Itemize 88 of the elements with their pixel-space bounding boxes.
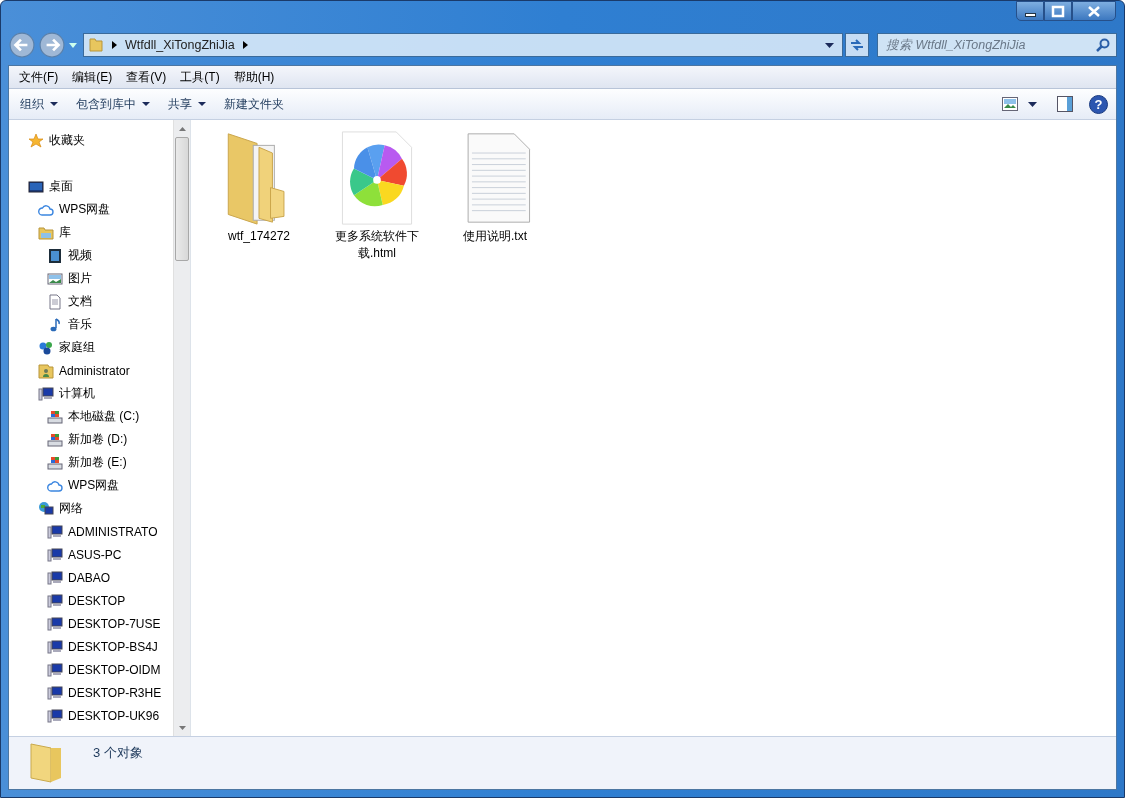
sidebar-item[interactable]: 收藏夹 (9, 129, 173, 152)
sidebar-item[interactable]: Administrator (9, 359, 173, 382)
menu-item[interactable]: 帮助(H) (226, 66, 282, 88)
close-icon (1086, 3, 1102, 19)
sidebar-item[interactable]: 桌面 (9, 175, 173, 198)
dropdown-icon[interactable] (825, 42, 834, 48)
folder-icon (88, 37, 104, 53)
drive-icon (47, 431, 63, 448)
down-arrow-icon (178, 725, 186, 730)
sidebar-item[interactable]: 新加卷 (E:) (9, 451, 173, 474)
sidebar-item[interactable]: DESKTOP-BS4J (9, 635, 173, 658)
sidebar-item[interactable]: 图片 (9, 267, 173, 290)
computer-icon (47, 615, 63, 632)
path-segment[interactable]: Wtfdll_XiTongZhiJia (125, 38, 235, 52)
minimize-button[interactable] (1016, 1, 1044, 21)
scrollbar[interactable] (173, 120, 190, 736)
refresh-button[interactable] (845, 33, 869, 57)
menu-item[interactable]: 工具(T) (173, 66, 227, 88)
sidebar-item[interactable]: 家庭组 (9, 336, 173, 359)
computer-icon (47, 707, 63, 724)
sidebar-item[interactable]: 文档 (9, 290, 173, 313)
star-icon (28, 132, 44, 149)
caret-icon[interactable] (112, 41, 117, 49)
sidebar-item[interactable]: WPS网盘 (9, 474, 173, 497)
computer-icon (47, 546, 63, 563)
file-name: 更多系统软件下载.html (334, 228, 420, 262)
maximize-icon (1050, 3, 1066, 19)
computer-icon (38, 385, 54, 402)
item-count: 3 个对象 (93, 744, 143, 762)
search-field[interactable]: 搜索 Wtfdll_XiTongZhiJia (877, 33, 1117, 57)
sidebar-item[interactable]: 视频 (9, 244, 173, 267)
drive-icon (47, 454, 63, 471)
caret-icon[interactable] (242, 41, 248, 49)
menu-item[interactable]: 文件(F) (12, 66, 66, 88)
up-arrow-icon (178, 126, 186, 131)
monitor-icon (28, 178, 44, 195)
toolbar-button[interactable]: 共享 (161, 91, 213, 117)
sidebar-item[interactable]: 网络 (9, 497, 173, 520)
file-item[interactable]: 更多系统软件下载.html (331, 126, 423, 262)
address-bar[interactable]: Wtfdll_XiTongZhiJia (83, 33, 843, 57)
minimize-icon (1024, 12, 1036, 17)
sidebar-item[interactable]: 音乐 (9, 313, 173, 336)
toolbar-button[interactable]: 组织 (13, 91, 65, 117)
file-name: 使用说明.txt (463, 228, 527, 245)
scroll-thumb[interactable] (175, 137, 189, 261)
computer-icon (47, 523, 63, 540)
toolbar-button[interactable]: 包含到库中 (69, 91, 157, 117)
caret-icon (1028, 101, 1037, 107)
picture-icon (1002, 97, 1018, 111)
sidebar-item[interactable]: DESKTOP-R3HE (9, 681, 173, 704)
close-button[interactable] (1072, 1, 1116, 21)
sidebar-item[interactable]: DESKTOP-OIDM (9, 658, 173, 681)
computer-icon (47, 684, 63, 701)
computer-icon (47, 661, 63, 678)
sidebar-item[interactable]: DESKTOP-7USE (9, 612, 173, 635)
sidebar-item[interactable]: WPS网盘 (9, 198, 173, 221)
sidebar-item[interactable]: 计算机 (9, 382, 173, 405)
maximize-button[interactable] (1044, 1, 1072, 21)
menu-item[interactable]: 编辑(E) (65, 66, 120, 88)
document-icon (47, 293, 63, 310)
file-name: wtf_174272 (227, 228, 291, 245)
picture-icon (47, 270, 63, 287)
drive-icon (47, 408, 63, 425)
computer-icon (47, 592, 63, 609)
help-button[interactable]: ? (1089, 94, 1108, 114)
file-item[interactable]: wtf_174272 (213, 126, 305, 245)
sidebar-item[interactable]: DESKTOP-UK96 (9, 704, 173, 727)
folder-icon (38, 224, 54, 241)
sidebar-item[interactable]: DABAO (9, 566, 173, 589)
file-item[interactable]: 使用说明.txt (449, 126, 541, 245)
sidebar-item[interactable]: 库 (9, 221, 173, 244)
refresh-icon (849, 37, 865, 53)
toolbar-button[interactable]: 新建文件夹 (217, 91, 291, 117)
search-icon (1096, 38, 1110, 52)
sidebar-item[interactable]: ADMINISTRATO (9, 520, 173, 543)
network-icon (38, 500, 54, 517)
film-icon (47, 247, 63, 264)
computer-icon (47, 638, 63, 655)
back-button[interactable] (8, 31, 36, 59)
forward-button[interactable] (38, 31, 66, 59)
pane-icon (1057, 96, 1073, 112)
user-folder-icon (38, 362, 54, 379)
sidebar-item[interactable]: ASUS-PC (9, 543, 173, 566)
sidebar-item[interactable]: 本地磁盘 (C:) (9, 405, 173, 428)
sidebar-item[interactable]: 新加卷 (D:) (9, 428, 173, 451)
menu-item[interactable]: 查看(V) (119, 66, 174, 88)
sidebar-item[interactable]: DESKTOP (9, 589, 173, 612)
computer-icon (47, 569, 63, 586)
